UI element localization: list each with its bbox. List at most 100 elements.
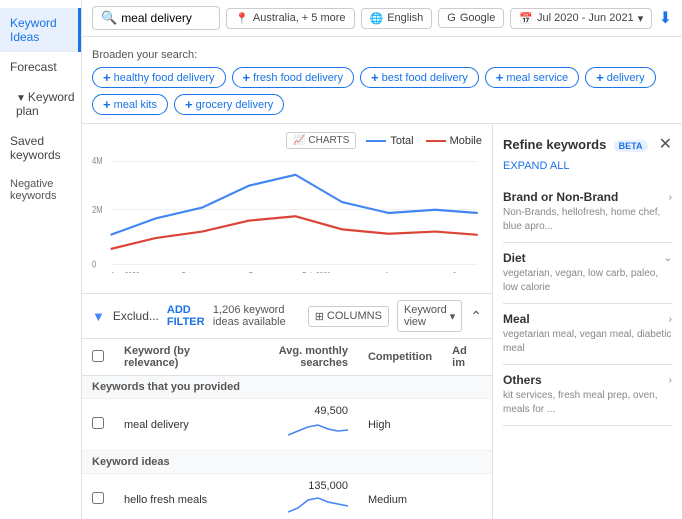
refine-item-title: Others (503, 373, 542, 387)
keyword-cell: hello fresh meals (114, 474, 254, 519)
date-label: Jul 2020 - Jun 2021 (537, 12, 634, 24)
sidebar-item-keyword-plan[interactable]: ▼Keyword plan (0, 82, 81, 126)
language-label: English (387, 12, 423, 24)
adim-cell (442, 399, 492, 451)
col-header-keyword: Keyword (by relevance) (114, 339, 254, 376)
group-header-ideas: Keyword ideas (82, 451, 492, 474)
legend-mobile: Mobile (426, 135, 482, 147)
refine-item-title: Diet (503, 251, 526, 265)
chevron-right-icon: › (669, 314, 672, 325)
sparkline (288, 492, 348, 516)
sidebar-item-label: Forecast (10, 60, 57, 74)
plus-icon: + (185, 97, 193, 112)
search-box[interactable]: 🔍 (92, 6, 220, 30)
columns-button[interactable]: ⊞ COLUMNS (308, 306, 389, 327)
chevron-down-icon: ⌄ (664, 253, 672, 264)
language-icon: 🌐 (370, 12, 384, 25)
svg-text:Oct: Oct (181, 271, 192, 273)
table-row: hello fresh meals 135,000 Medium (82, 474, 492, 519)
refine-panel: Refine keywords BETA ✕ EXPAND ALL Brand … (492, 124, 682, 519)
broaden-tags: +healthy food delivery +fresh food deliv… (92, 67, 672, 115)
beta-badge: BETA (614, 140, 648, 152)
filter-exclude-text[interactable]: Exclud... (113, 309, 159, 323)
keywords-count: 1,206 keyword ideas available (213, 304, 300, 328)
expand-all-button[interactable]: EXPAND ALL (503, 160, 672, 172)
trend-chart: 4M 2M 0 Aug 2020 Oct Dec Feb 2021 (92, 153, 482, 273)
sidebar-item-saved-keywords[interactable]: Saved keywords (0, 126, 81, 170)
sidebar-item-negative-keywords[interactable]: Negative keywords (0, 170, 81, 210)
refine-item-sub: vegetarian, vegan, low carb, paleo, low … (503, 267, 672, 295)
columns-label: COLUMNS (327, 310, 382, 322)
sidebar-item-label: Saved keywords (10, 134, 61, 162)
legend-red-line (426, 140, 446, 142)
refine-title: Refine keywords (503, 137, 606, 152)
legend-mobile-label: Mobile (450, 135, 482, 147)
svg-text:2M: 2M (92, 204, 103, 215)
adim-cell (442, 474, 492, 519)
refine-item-title: Brand or Non-Brand (503, 190, 618, 204)
broaden-tag-label: delivery (607, 72, 645, 84)
svg-text:Apr: Apr (385, 271, 396, 273)
broaden-tag-1[interactable]: +fresh food delivery (232, 67, 354, 88)
chart-container: 📈 CHARTS Total Mobile (82, 124, 492, 294)
download-button[interactable]: ⬇ (659, 8, 672, 28)
plus-icon: + (243, 70, 251, 85)
broaden-tag-label: meal kits (114, 99, 157, 111)
svg-text:Feb 2021: Feb 2021 (302, 271, 331, 273)
refine-item-title: Meal (503, 312, 530, 326)
location-label: Australia, + 5 more (253, 12, 346, 24)
col-header-avg: Avg. monthly searches (254, 339, 358, 376)
refine-item-diet[interactable]: Diet ⌄ vegetarian, vegan, low carb, pale… (503, 243, 672, 304)
refine-header: Refine keywords BETA ✕ (503, 134, 672, 154)
broaden-label: Broaden your search: (92, 45, 197, 61)
broaden-tag-4[interactable]: +delivery (585, 67, 656, 88)
broaden-tag-label: grocery delivery (196, 99, 274, 111)
svg-text:4M: 4M (92, 155, 103, 166)
plus-icon: + (496, 70, 504, 85)
sidebar-item-keyword-ideas[interactable]: Keyword Ideas (0, 8, 81, 52)
charts-button[interactable]: 📈 CHARTS (286, 132, 356, 149)
refine-item-others[interactable]: Others › kit services, fresh meal prep, … (503, 365, 672, 426)
date-filter[interactable]: 📅 Jul 2020 - Jun 2021 ▾ (510, 8, 652, 29)
keyword-view-label: Keyword view (404, 304, 447, 328)
broaden-tag-label: meal service (506, 72, 568, 84)
broaden-tag-3[interactable]: +meal service (485, 67, 579, 88)
plus-icon: + (103, 70, 111, 85)
broaden-tag-label: best food delivery (382, 72, 468, 84)
topbar: 🔍 📍 Australia, + 5 more 🌐 English G Goog… (82, 0, 682, 37)
keyword-view-button[interactable]: Keyword view ▾ (397, 300, 462, 332)
calendar-icon: 📅 (519, 12, 533, 25)
filter-icon: ▼ (92, 309, 105, 324)
columns-icon: ⊞ (315, 310, 324, 323)
select-all-checkbox[interactable] (92, 350, 104, 362)
search-icon: 🔍 (101, 10, 117, 26)
engine-filter[interactable]: G Google (438, 8, 504, 28)
refine-item-meal[interactable]: Meal › vegetarian meal, vegan meal, diab… (503, 304, 672, 365)
refine-item-sub: Non-Brands, hellofresh, home chef, blue … (503, 206, 672, 234)
language-filter[interactable]: 🌐 English (361, 8, 433, 29)
broaden-tag-0[interactable]: +healthy food delivery (92, 67, 226, 88)
search-input[interactable] (121, 11, 211, 25)
location-icon: 📍 (235, 12, 249, 25)
sparkline (288, 417, 348, 441)
table-area: Keyword (by relevance) Avg. monthly sear… (82, 339, 492, 519)
svg-text:0: 0 (92, 259, 96, 270)
legend-total: Total (366, 135, 413, 147)
broaden-tag-6[interactable]: +grocery delivery (174, 94, 284, 115)
broaden-tag-5[interactable]: +meal kits (92, 94, 168, 115)
location-filter[interactable]: 📍 Australia, + 5 more (226, 8, 354, 29)
legend-blue-line (366, 140, 386, 142)
competition-cell: High (358, 399, 442, 451)
refine-item-brand[interactable]: Brand or Non-Brand › Non-Brands, hellofr… (503, 182, 672, 243)
expand-button[interactable]: ⌃ (470, 308, 482, 325)
row-checkbox[interactable] (92, 417, 104, 429)
chart-icon: 📈 (293, 135, 305, 146)
keywords-table: Keyword (by relevance) Avg. monthly sear… (82, 339, 492, 519)
broaden-tag-2[interactable]: +best food delivery (360, 67, 479, 88)
sidebar-item-forecast[interactable]: Forecast (0, 52, 81, 82)
row-checkbox[interactable] (92, 492, 104, 504)
broaden-tag-label: healthy food delivery (114, 72, 215, 84)
add-filter-button[interactable]: ADD FILTER (167, 304, 205, 328)
close-button[interactable]: ✕ (659, 134, 672, 154)
svg-text:Dec: Dec (249, 271, 261, 273)
